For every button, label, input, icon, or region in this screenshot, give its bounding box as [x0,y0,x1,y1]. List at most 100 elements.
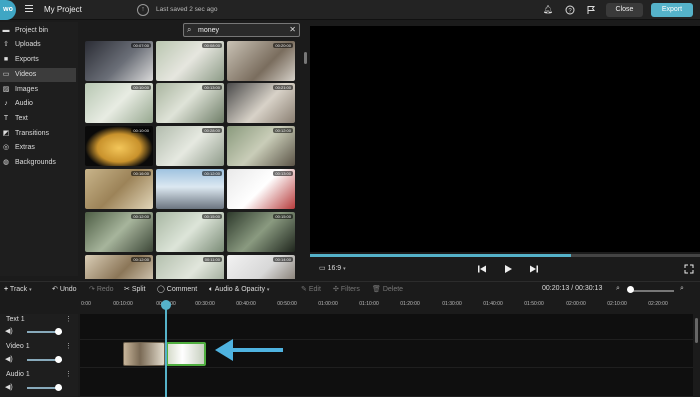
ruler-tick-label: 01:20:00 [400,301,420,307]
redo-button[interactable]: ↷ Redo [89,285,114,295]
track-name[interactable]: Audio 1 [6,371,30,378]
track-name[interactable]: Video 1 [6,343,30,350]
thumbnail-duration: 00:15:00 [273,214,293,219]
video-thumbnail[interactable]: 00:21:00 [227,83,295,123]
sidebar-item-text[interactable]: T Text [0,112,76,126]
volume-slider-knob[interactable] [55,384,62,391]
media-scrollbar[interactable] [304,52,307,64]
zoom-out-icon[interactable]: ⌕ [616,285,620,293]
more-options-icon[interactable]: ⋮ [65,315,72,323]
track-name[interactable]: Text 1 [6,316,25,323]
thumbnail-duration: 00:12:00 [273,128,293,133]
export-button[interactable]: Export [651,3,693,17]
video-thumbnail[interactable]: 00:16:00 [85,169,153,209]
sidebar-item-project-bin[interactable]: ▬ Project bin [0,24,76,38]
sidebar-item-transitions[interactable]: ◩ Transitions [0,127,76,141]
help-icon[interactable]: ? [565,5,575,15]
volume-icon[interactable]: ◀) [5,327,13,335]
video-thumbnail[interactable]: 00:14:00 [227,255,295,279]
video-thumbnail[interactable]: 00:12:00 [156,169,224,209]
playhead-line[interactable] [165,305,167,397]
media-panel: ⌕ ✕ 00:07:00 00:08:00 00:20:00 00:10:00 … [80,22,308,279]
more-options-icon[interactable]: ⋮ [65,370,72,378]
audio-track-row[interactable] [80,368,693,397]
timeline-area[interactable] [80,314,693,397]
search-box[interactable]: ⌕ ✕ [183,23,300,37]
transitions-icon: ◩ [2,130,10,137]
project-title[interactable]: My Project [44,5,82,14]
timeline-toolbar: + Track ▾ ↶ Undo ↷ Redo ✂ Split ◯ Commen… [0,281,700,298]
volume-icon[interactable]: ◀) [5,355,13,363]
audio-opacity-button[interactable]: 🔈︎ Audio & Opacity ▾ [209,285,269,295]
volume-icon[interactable]: ◀) [5,383,13,391]
video-thumbnail[interactable]: 00:15:00 [227,212,295,252]
sidebar-item-images[interactable]: ▨ Images [0,83,76,97]
video-thumbnail[interactable]: 00:12:00 [85,255,153,279]
undo-button[interactable]: ↶ Undo [52,285,77,295]
volume-slider-knob[interactable] [55,328,62,335]
video-thumbnail[interactable]: 00:11:00 [156,255,224,279]
sidebar-item-videos[interactable]: ▭ Videos [0,68,76,82]
app-logo[interactable]: wo [0,0,16,20]
chevron-down-icon: ▾ [266,287,270,293]
search-input[interactable] [198,25,288,35]
video-clip-selected[interactable] [166,342,206,366]
fullscreen-icon[interactable] [684,264,694,277]
sidebar-item-uploads[interactable]: ⇧ Uploads [0,38,76,52]
playhead-handle[interactable] [161,300,171,310]
timeline-scrollbar[interactable] [695,318,698,343]
video-thumbnail[interactable]: 00:08:00 [156,41,224,81]
zoom-in-icon[interactable]: ⌕ [680,285,684,293]
add-track-button[interactable]: + Track ▾ [4,285,32,295]
skip-back-icon[interactable] [477,264,487,277]
video-thumbnail[interactable]: 00:13:00 [227,169,295,209]
cloud-save-icon: ↑ [137,4,149,16]
thumbnail-duration: 00:12:00 [202,171,222,176]
video-thumbnail[interactable]: 00:28:00 [156,126,224,166]
sidebar-item-audio[interactable]: ♪ Audio [0,97,76,111]
text-track-row[interactable] [80,314,693,340]
bell-icon[interactable]: 🔔︎ [543,5,553,15]
video-thumbnail[interactable]: 00:12:00 [227,126,295,166]
video-preview[interactable] [310,26,700,252]
thumbnail-duration: 00:13:00 [202,85,222,90]
more-options-icon[interactable]: ⋮ [65,342,72,350]
ruler-tick-label: 01:00:00 [318,301,338,307]
video-thumbnail[interactable]: 00:13:00 [156,83,224,123]
video-track-row[interactable] [80,340,693,368]
sidebar-item-exports[interactable]: ■ Exports [0,53,76,67]
video-thumbnail[interactable]: 00:10:00 [85,83,153,123]
aspect-ratio-select[interactable]: ▭ 16:9 ▾ [319,264,346,272]
annotation-arrow [215,339,283,361]
playback-progress-fill [310,254,572,257]
sidebar-item-backgrounds[interactable]: ◍ Backgrounds [0,156,76,170]
delete-button[interactable]: 🗑︎ Delete [372,285,403,295]
filters-button[interactable]: ✣ Filters [333,285,360,295]
timeline-ruler[interactable]: 0:00 00:10:00 00:20:00 00:30:00 00:40:00… [80,299,700,313]
playback-progress-bar[interactable] [310,254,700,257]
volume-slider-knob[interactable] [55,356,62,363]
video-thumbnail[interactable]: 00:10:00 [85,126,153,166]
close-button[interactable]: Close [606,3,643,17]
zoom-slider-knob[interactable] [627,286,634,293]
hamburger-menu-icon[interactable] [25,5,33,13]
skip-forward-icon[interactable] [529,264,539,277]
app-header: wo My Project ↑ Last saved 2 sec ago 🔔︎ … [0,0,700,20]
sidebar-item-label: Images [15,86,38,93]
zoom-slider-track[interactable] [628,290,674,292]
video-thumbnail[interactable]: 00:15:00 [156,212,224,252]
comment-button[interactable]: ◯ Comment [157,285,197,295]
sidebar-item-extras[interactable]: ◎ Extras [0,141,76,155]
clear-search-icon[interactable]: ✕ [289,25,296,34]
video-clip[interactable] [123,342,165,366]
ruler-tick-label: 01:30:00 [442,301,462,307]
flag-icon[interactable] [586,5,596,15]
filters-label: Filters [340,286,360,293]
video-thumbnail[interactable]: 00:07:00 [85,41,153,81]
video-thumbnail[interactable]: 00:20:00 [227,41,295,81]
play-icon[interactable] [503,264,513,277]
edit-button[interactable]: ✎ Edit [301,285,321,295]
ruler-tick-label: 02:10:00 [607,301,627,307]
split-button[interactable]: ✂ Split [124,285,145,295]
video-thumbnail[interactable]: 00:12:00 [85,212,153,252]
